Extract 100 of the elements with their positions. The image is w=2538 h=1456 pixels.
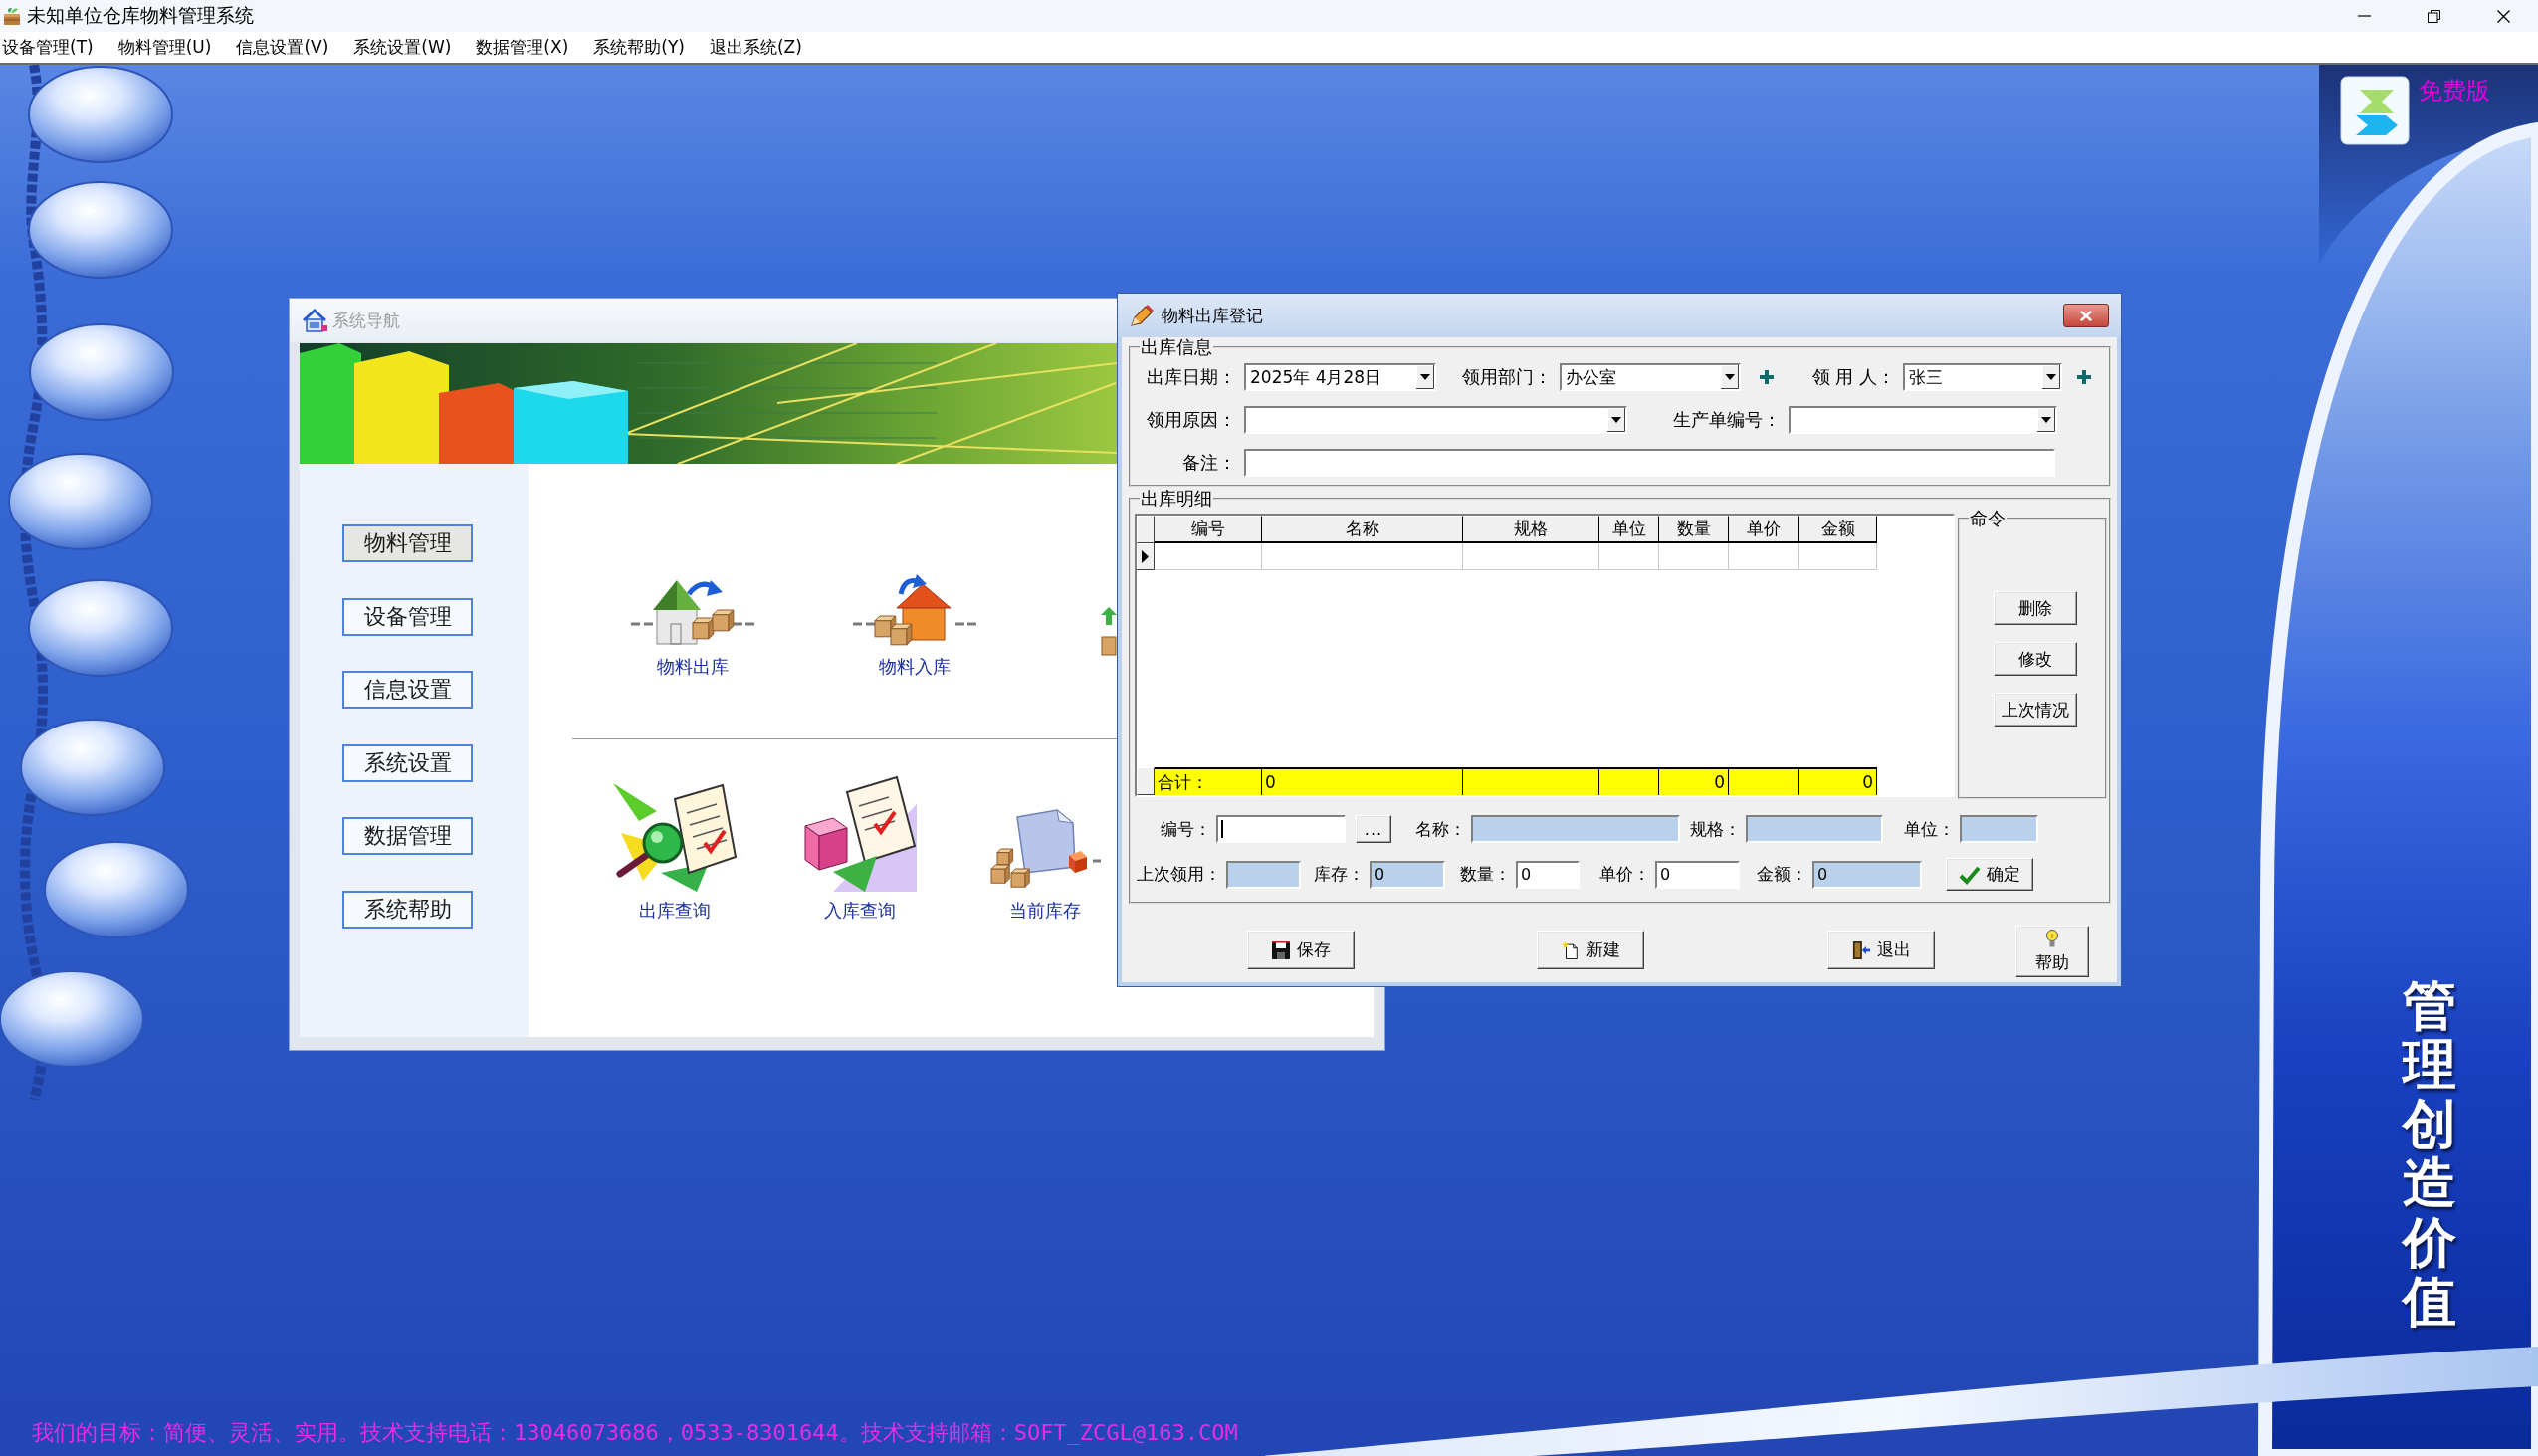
menu-item[interactable]: 信息设置(V) [235,34,330,61]
dropdown[interactable] [1244,406,1627,434]
input-field[interactable]: 0 [1655,860,1740,889]
field-label: 领 用 人： [1811,365,1895,389]
menu-item[interactable]: 系统设置(W) [352,34,453,61]
shortcut[interactable]: 物料出库 [608,572,777,678]
shortcut[interactable]: 当前库存 [960,809,1130,922]
field-label: 备注： [1182,451,1236,475]
nav-button[interactable]: 信息设置 [342,671,473,709]
dropdown[interactable]: 张三 [1903,363,2062,391]
row-pointer-icon[interactable] [1137,543,1155,570]
nav-button[interactable]: 设备管理 [342,597,473,636]
nav-button[interactable]: 系统帮助 [342,890,473,929]
field-label: 规格： [1690,817,1741,841]
menu-item[interactable]: 数据管理(X) [475,34,570,61]
field-label: 数量： [1460,863,1511,886]
command-button[interactable]: 上次情况 [1994,693,2077,727]
pencil-icon [1131,305,1154,326]
caret-icon[interactable] [2042,365,2060,389]
nav-button[interactable]: 物料管理 [342,524,473,562]
browse-button[interactable]: ... [1356,815,1391,843]
menu-item[interactable]: 系统帮助(Y) [592,34,686,61]
plant-box-icon [3,7,21,25]
table-cell [1659,543,1729,570]
dropdown[interactable] [1789,406,2057,434]
restore-icon [2427,9,2440,23]
field-label: 出库日期： [1147,365,1236,389]
window-title: 物料出库登记 [1162,304,1263,327]
field-label: 单价： [1599,863,1650,886]
field-label: 上次领用： [1137,863,1221,886]
shortcut[interactable]: 物料入库 [830,572,999,678]
command-button[interactable]: 删除 [1994,591,2077,625]
field-label: 单位： [1904,817,1955,841]
door-arrow-icon [1851,940,1870,959]
menu-item[interactable]: 设备管理(T) [1,34,95,61]
total-label: 合计： [1158,770,1208,794]
app-title: 未知单位仓库物料管理系统 [27,3,254,28]
group-title: 命令 [1969,509,2007,528]
column-header: 规格 [1463,516,1599,543]
logo-icon [2340,76,2410,145]
menu-item[interactable]: 物料管理(U) [116,34,213,61]
check-icon [1959,864,1981,885]
column-header: 单价 [1729,516,1799,543]
field-label: 金额： [1757,863,1807,886]
new-button[interactable]: 新建 [1537,931,1644,969]
table-cell [1729,543,1799,570]
close-icon [2080,310,2092,321]
column-header: 编号 [1155,516,1262,543]
caret-icon[interactable] [2037,408,2055,432]
plus-icon[interactable] [1760,370,1774,384]
caret-icon[interactable] [1607,408,1625,432]
field-label: 领用部门： [1462,365,1552,389]
caret-icon[interactable] [1416,365,1434,389]
close-icon [2496,9,2510,23]
column-header: 金额 [1799,516,1877,543]
group-title: 出库信息 [1140,337,1213,357]
total-value: 0 [1862,772,1873,792]
save-button[interactable]: 保存 [1247,931,1355,969]
nav-button[interactable]: 数据管理 [342,817,473,855]
dropdown[interactable]: 办公室 [1560,363,1741,391]
plus-icon[interactable] [2077,370,2091,384]
input-field[interactable]: 0 [1516,860,1580,889]
field-label: 领用原因： [1147,408,1236,432]
table-cell [1599,543,1659,570]
support-info-text: 我们的目标：简便、灵活、实用。技术支持电话：13046073686，0533-8301644。技术支持邮箱：SOFT_ZCGL@163.COM [32,1420,1238,1446]
dropdown[interactable]: 2025年 4月28日 [1244,363,1436,391]
total-value: 0 [1714,772,1725,792]
shortcut[interactable]: 出库查询 [590,781,759,922]
group-title: 出库明细 [1140,489,1213,509]
window-title: 系统导航 [332,309,400,332]
confirm-button[interactable]: 确定 [1946,858,2033,891]
field-label: 库存： [1314,863,1365,886]
command-button[interactable]: 修改 [1994,642,2077,676]
minimize-icon [2357,15,2371,17]
house-icon [302,309,327,332]
shortcut[interactable]: 入库查询 [775,776,945,922]
column-header: 名称 [1262,516,1463,543]
new-document-icon [1561,940,1580,959]
caret-icon[interactable] [1721,365,1739,389]
column-header: 数量 [1659,516,1729,543]
slogan-text: 管理创造价值 [2403,976,2456,1332]
cube-document-icon [803,776,917,892]
total-value: 0 [1265,772,1276,792]
readonly-field: 0 [1812,860,1922,889]
text-cursor-icon [1221,820,1223,838]
text-field[interactable] [1244,449,2055,477]
exit-button[interactable]: 退出 [1827,931,1935,969]
input-field[interactable] [1216,815,1346,843]
column-header: 单位 [1599,516,1659,543]
house-boxes-icon [853,572,976,648]
close-button[interactable] [2063,304,2109,327]
menu-item[interactable]: 退出系统(Z) [708,34,803,61]
nav-button[interactable]: 系统设置 [342,743,473,782]
field-label: 编号： [1161,817,1211,841]
magnifier-document-icon [613,781,737,892]
help-button[interactable]: 帮助 [2015,926,2089,977]
field-label: 名称： [1415,817,1466,841]
lightbulb-icon [2045,929,2059,948]
readonly-field: 0 [1370,860,1445,889]
edition-label: 免费版 [2419,77,2490,104]
